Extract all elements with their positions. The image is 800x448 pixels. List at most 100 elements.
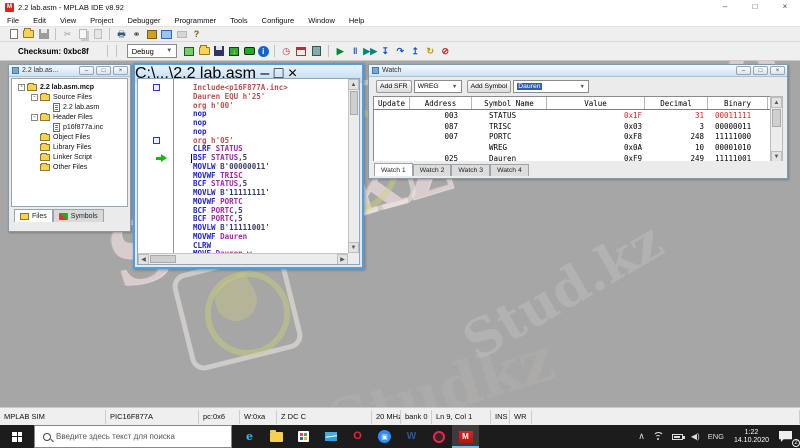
- new-project-icon[interactable]: [183, 45, 196, 58]
- taskbar-search[interactable]: [34, 425, 232, 448]
- tree-item-2-2-lab-asm[interactable]: 2.2 lab.asm: [12, 102, 127, 112]
- language-indicator[interactable]: ENG: [704, 425, 728, 448]
- memory-window-icon[interactable]: [310, 45, 323, 58]
- taskbar-app-opera-gx[interactable]: [425, 425, 452, 448]
- watch-col-address[interactable]: Address: [410, 97, 472, 109]
- menu-configure[interactable]: Configure: [255, 14, 302, 27]
- symbol-select[interactable]: Dauren▼: [513, 80, 589, 93]
- paste-icon[interactable]: [91, 28, 104, 41]
- add-sfr-button[interactable]: Add SFR: [376, 80, 412, 93]
- watch-col-binary[interactable]: Binary: [708, 97, 768, 109]
- watch-minimize-button[interactable]: –: [736, 66, 751, 75]
- watch-vertical-scrollbar[interactable]: ▲ ▼: [770, 96, 783, 163]
- watch-col-value[interactable]: Value: [547, 97, 645, 109]
- add-symbol-button[interactable]: Add Symbol: [467, 80, 512, 93]
- notification-icon[interactable]: 2: [775, 425, 800, 448]
- project-restore-button[interactable]: □: [96, 66, 111, 75]
- speaker-icon[interactable]: ◀): [687, 425, 704, 448]
- build-icon[interactable]: [145, 28, 158, 41]
- taskbar-app-explorer[interactable]: [263, 425, 290, 448]
- tab-watch-4[interactable]: Watch 4: [490, 164, 529, 176]
- tree-item-linker-script[interactable]: Linker Script: [12, 152, 127, 162]
- tree-item-header-files[interactable]: -Header Files: [12, 112, 127, 122]
- watch-close-button[interactable]: ×: [770, 66, 785, 75]
- watch-col-symbol-name[interactable]: Symbol Name: [472, 97, 547, 109]
- watch-col-decimal[interactable]: Decimal: [645, 97, 708, 109]
- save-file-icon[interactable]: [37, 28, 50, 41]
- menu-view[interactable]: View: [53, 14, 83, 27]
- link-icon[interactable]: [175, 28, 188, 41]
- animate-icon[interactable]: ▶▶: [364, 45, 377, 58]
- tree-expander-icon[interactable]: -: [31, 94, 38, 101]
- watch-row-trisc[interactable]: 087TRISC0x03300000011: [374, 121, 771, 132]
- search-input[interactable]: [56, 432, 206, 441]
- project-close-button[interactable]: ×: [113, 66, 128, 75]
- tree-item-source-files[interactable]: -Source Files: [12, 92, 127, 102]
- tray-chevron-icon[interactable]: ∧: [634, 425, 649, 448]
- tab-watch-2[interactable]: Watch 2: [413, 164, 452, 176]
- editor-horizontal-scrollbar[interactable]: ◀ ▶: [138, 253, 348, 264]
- step-into-icon[interactable]: ↧: [379, 45, 392, 58]
- print-icon[interactable]: 🖶: [115, 28, 128, 41]
- editor-gutter[interactable]: [138, 79, 174, 253]
- taskbar-app-mail[interactable]: [317, 425, 344, 448]
- watch-row-wreg[interactable]: WREG0x0A1000001010: [374, 142, 771, 153]
- code-area[interactable]: Include<p16F877A.inc>Dauren EQU h'25'org…: [175, 79, 348, 253]
- restore-button[interactable]: □: [740, 0, 770, 14]
- line-marker-square[interactable]: [153, 137, 160, 144]
- tree-item-other-files[interactable]: Other Files: [12, 162, 127, 172]
- tree-item-2-2-lab-asm-mcp[interactable]: -2.2 lab.asm.mcp: [12, 82, 127, 92]
- start-button[interactable]: [0, 425, 34, 448]
- open-project-icon[interactable]: [198, 45, 211, 58]
- tree-item-library-files[interactable]: Library Files: [12, 142, 127, 152]
- menu-window[interactable]: Window: [301, 14, 342, 27]
- reset-icon[interactable]: ↻: [424, 45, 437, 58]
- tab-watch-3[interactable]: Watch 3: [451, 164, 490, 176]
- step-out-icon[interactable]: ↥: [409, 45, 422, 58]
- wifi-icon[interactable]: [649, 425, 668, 448]
- watch-row-portc[interactable]: 007PORTC0xF824811111000: [374, 132, 771, 143]
- taskbar-app-edge[interactable]: e: [236, 425, 263, 448]
- menu-edit[interactable]: Edit: [26, 14, 53, 27]
- tab-watch-1[interactable]: Watch 1: [374, 163, 413, 176]
- watch-row-status[interactable]: 003STATUS0x1F3100011111: [374, 110, 771, 121]
- project-minimize-button[interactable]: –: [79, 66, 94, 75]
- tab-symbols[interactable]: Symbols: [53, 209, 104, 222]
- line-marker-square[interactable]: [153, 84, 160, 91]
- watch-col-update[interactable]: Update: [374, 97, 410, 109]
- menu-debugger[interactable]: Debugger: [121, 14, 168, 27]
- tree-expander-icon[interactable]: -: [31, 114, 38, 121]
- menu-help[interactable]: Help: [342, 14, 371, 27]
- run-icon[interactable]: ▶: [334, 45, 347, 58]
- tree-item-object-files[interactable]: Object Files: [12, 132, 127, 142]
- menu-project[interactable]: Project: [83, 14, 120, 27]
- close-button[interactable]: ×: [770, 0, 800, 14]
- tree-expander-icon[interactable]: -: [18, 84, 25, 91]
- help-icon[interactable]: ?: [190, 28, 203, 41]
- halt-icon[interactable]: ⊘: [439, 45, 452, 58]
- battery-icon[interactable]: [668, 425, 687, 448]
- window-icon[interactable]: [160, 28, 173, 41]
- mode-select[interactable]: Debug▼: [127, 44, 177, 58]
- sfr-select[interactable]: WREG▼: [414, 80, 462, 93]
- pause-icon[interactable]: ‖: [349, 45, 362, 58]
- project-info-icon[interactable]: i: [258, 46, 269, 57]
- clock[interactable]: 1:22 14.10.2020: [728, 429, 775, 445]
- taskbar-app-word[interactable]: W: [398, 425, 425, 448]
- menu-programmer[interactable]: Programmer: [167, 14, 223, 27]
- editor-vertical-scrollbar[interactable]: ▲ ▼: [348, 79, 359, 253]
- copy-icon[interactable]: [76, 28, 89, 41]
- taskbar-app-zoom[interactable]: ▣: [371, 425, 398, 448]
- stopwatch-icon[interactable]: ◷: [280, 45, 293, 58]
- menu-tools[interactable]: Tools: [223, 14, 255, 27]
- checksum-window-icon[interactable]: [295, 45, 308, 58]
- save-workspace-icon[interactable]: [213, 45, 226, 58]
- cut-icon[interactable]: ✂: [61, 28, 74, 41]
- editor-body[interactable]: Include<p16F877A.inc>Dauren EQU h'25'org…: [137, 78, 360, 265]
- new-file-icon[interactable]: [7, 28, 20, 41]
- watch-restore-button[interactable]: □: [753, 66, 768, 75]
- open-file-icon[interactable]: [22, 28, 35, 41]
- menu-file[interactable]: File: [0, 14, 26, 27]
- taskbar-app-mplab[interactable]: M: [452, 425, 479, 448]
- editor-resize-grip[interactable]: [348, 253, 359, 264]
